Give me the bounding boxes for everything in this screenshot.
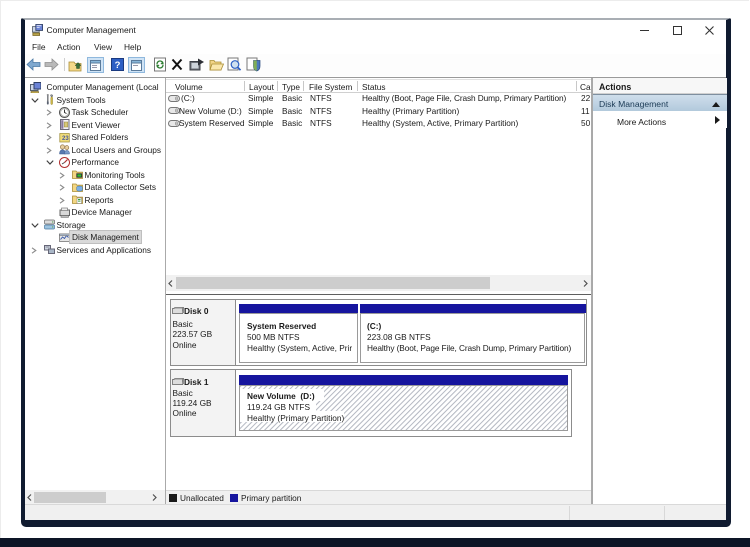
svg-text:?: ? <box>115 60 121 71</box>
svg-text:23: 23 <box>62 135 69 141</box>
